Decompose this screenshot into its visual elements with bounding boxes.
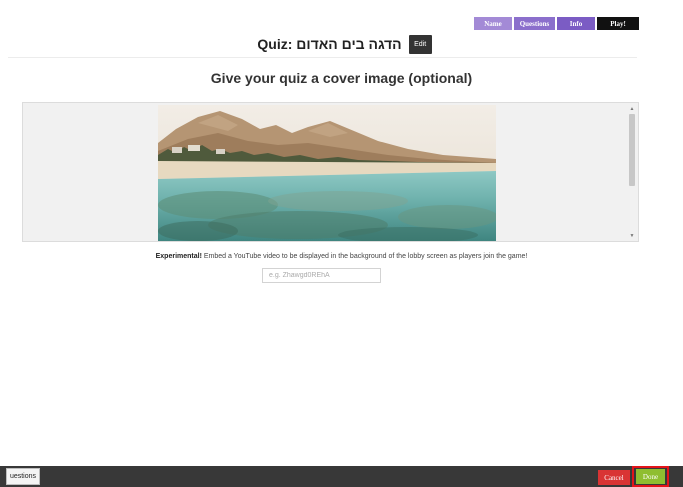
beach-reef-image bbox=[158, 105, 496, 241]
step-tabs: Name Questions Info Play! bbox=[474, 17, 639, 30]
quiz-title: Quiz: הדגה בים האדום bbox=[257, 36, 402, 52]
questions-button[interactable]: uestions bbox=[6, 468, 40, 485]
cover-image-heading: Give your quiz a cover image (optional) bbox=[210, 70, 473, 86]
divider bbox=[8, 57, 637, 58]
cover-panel-scrollbar[interactable]: ▲ ▼ bbox=[627, 104, 637, 241]
cancel-button[interactable]: Cancel bbox=[598, 470, 630, 485]
step-tab-play[interactable]: Play! bbox=[597, 17, 639, 30]
scroll-up-arrow-icon[interactable]: ▲ bbox=[627, 105, 637, 113]
experimental-tag: Experimental! bbox=[155, 253, 202, 260]
cover-image-panel[interactable]: ▲ ▼ bbox=[22, 102, 639, 242]
cover-image[interactable] bbox=[158, 105, 496, 241]
youtube-video-input[interactable] bbox=[262, 268, 381, 283]
title-row: Quiz: הדגה בים האדום Edit bbox=[0, 33, 683, 55]
bottom-bar: uestions Cancel Done bbox=[0, 466, 683, 487]
scroll-thumb[interactable] bbox=[629, 114, 635, 186]
scroll-down-arrow-icon[interactable]: ▼ bbox=[627, 232, 637, 240]
youtube-embed-description: Embed a YouTube video to be displayed in… bbox=[201, 253, 528, 260]
title-wrap: Quiz: הדגה בים האדום Edit bbox=[257, 34, 432, 54]
done-highlight-box: Done bbox=[632, 466, 669, 487]
done-button[interactable]: Done bbox=[636, 469, 665, 484]
step-tab-info[interactable]: Info bbox=[557, 17, 595, 30]
youtube-embed-label: Experimental! Embed a YouTube video to b… bbox=[0, 253, 683, 260]
step-tab-name[interactable]: Name bbox=[474, 17, 512, 30]
edit-title-button[interactable]: Edit bbox=[408, 34, 432, 54]
step-tab-questions[interactable]: Questions bbox=[514, 17, 555, 30]
